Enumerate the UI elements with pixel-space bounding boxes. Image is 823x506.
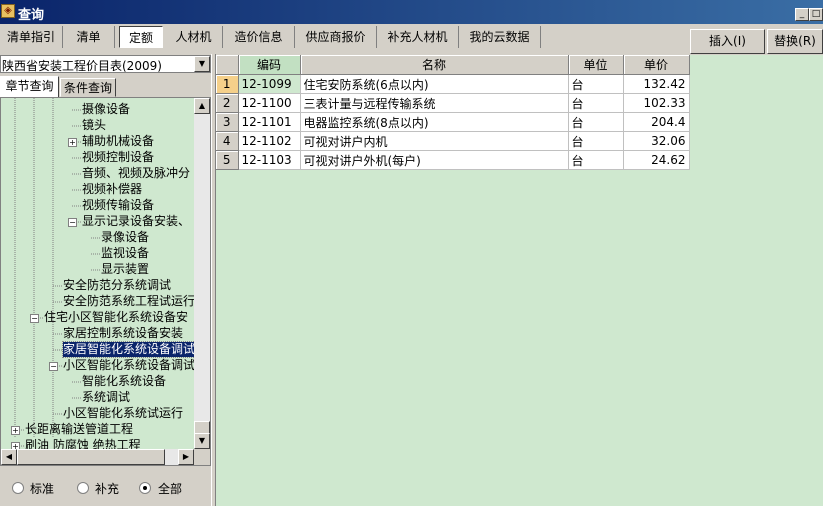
cell-code[interactable]: 12-1100 — [238, 93, 301, 113]
tab-bill-guide[interactable]: 清单指引 — [0, 26, 63, 48]
tree-node[interactable]: 辅助机械设备 — [82, 134, 154, 149]
tab-supplementary-lmm[interactable]: 补充人材机 — [377, 26, 459, 48]
chevron-down-icon[interactable]: ▼ — [194, 56, 210, 72]
row-number[interactable]: 5 — [216, 150, 239, 170]
column-header-unit[interactable]: 单位 — [568, 55, 624, 75]
scroll-corner — [194, 449, 210, 465]
tree-node[interactable]: 系统调试 — [82, 390, 130, 405]
scroll-right-icon[interactable]: ▶ — [178, 449, 194, 465]
tree-node[interactable]: 安全防范分系统调试 — [63, 278, 171, 293]
tree-node[interactable]: 显示装置 — [101, 262, 149, 277]
tree-node[interactable]: 音频、视频及脉冲分 — [82, 166, 190, 181]
table-row[interactable]: 4 12-1102 可视对讲户内机 台 32.06 — [216, 131, 690, 151]
cell-name[interactable]: 可视对讲户外机(每户) — [300, 150, 569, 170]
filter-all-label: 全部 — [158, 482, 183, 496]
chapter-tree[interactable]: 摄像设备 镜头 + 辅助机械设备 视频控制设备 音频、视频及脉冲分 视频补偿器 视频传输设备 −… — [0, 97, 211, 466]
maximize-button[interactable]: □ — [809, 8, 823, 21]
tree-node[interactable]: 小区智能化系统试运行 — [63, 406, 183, 421]
scroll-down-icon[interactable]: ▼ — [194, 433, 210, 449]
row-number[interactable]: 1 — [216, 74, 239, 94]
row-number-header — [216, 55, 239, 75]
scroll-left-icon[interactable]: ◀ — [1, 449, 17, 465]
tree-node[interactable]: 住宅小区智能化系统设备安 — [44, 310, 188, 325]
tree-node[interactable]: 视频控制设备 — [82, 150, 154, 165]
quota-table: 编码 名称 单位 单价 1 12-1099 住宅安防系统(6点以内) 台 132… — [216, 55, 690, 170]
row-number[interactable]: 4 — [216, 131, 239, 151]
catalog-select-value: 陕西省安装工程价目表(2009) — [2, 59, 162, 73]
tab-bill[interactable]: 清单 — [63, 26, 115, 48]
tree-node[interactable]: 视频补偿器 — [82, 182, 142, 197]
cell-name[interactable]: 三表计量与远程传输系统 — [300, 93, 569, 113]
catalog-select[interactable]: 陕西省安装工程价目表(2009) ▼ — [0, 55, 211, 73]
cell-code[interactable]: 12-1103 — [238, 150, 301, 170]
filter-supplementary-radio[interactable] — [77, 482, 89, 494]
tree-node[interactable]: 摄像设备 — [82, 102, 130, 117]
tree-node[interactable]: 家居智能化系统设备调试 — [61, 341, 197, 358]
row-number[interactable]: 3 — [216, 112, 239, 132]
cell-code[interactable]: 12-1099 — [238, 74, 301, 94]
chapter-tree-panel: 陕西省安装工程价目表(2009) ▼ 章节查询 条件查询 摄像设备 镜头 + 辅助机械… — [0, 54, 214, 506]
row-number[interactable]: 2 — [216, 93, 239, 113]
expand-icon[interactable]: + — [68, 138, 77, 147]
minimize-button[interactable]: _ — [795, 8, 809, 21]
expand-icon[interactable]: + — [11, 426, 20, 435]
column-header-code[interactable]: 编码 — [238, 55, 301, 75]
cell-code[interactable]: 12-1101 — [238, 112, 301, 132]
horizontal-scroll-thumb[interactable] — [17, 449, 165, 465]
insert-button[interactable]: 插入(I) — [690, 29, 765, 54]
filter-radio-group: 标准 补充 全部 — [0, 478, 211, 498]
tree-node[interactable]: 小区智能化系统设备调试 — [63, 358, 195, 373]
column-header-price[interactable]: 单价 — [623, 55, 690, 75]
collapse-icon[interactable]: − — [49, 362, 58, 371]
table-row[interactable]: 2 12-1100 三表计量与远程传输系统 台 102.33 — [216, 93, 690, 113]
cell-name[interactable]: 可视对讲户内机 — [300, 131, 569, 151]
scroll-up-icon[interactable]: ▲ — [194, 98, 210, 114]
tree-node[interactable]: 智能化系统设备 — [82, 374, 166, 389]
filter-standard-label: 标准 — [30, 482, 55, 496]
quota-grid-area: 编码 名称 单位 单价 1 12-1099 住宅安防系统(6点以内) 台 132… — [216, 55, 823, 506]
tab-chapter-query[interactable]: 章节查询 — [0, 76, 59, 98]
cell-unit[interactable]: 台 — [568, 93, 624, 113]
window-title-bar: ◈ 查询 _ □ — [0, 0, 823, 24]
table-row[interactable]: 5 12-1103 可视对讲户外机(每户) 台 24.62 — [216, 150, 690, 170]
cell-unit[interactable]: 台 — [568, 150, 624, 170]
replace-button[interactable]: 替换(R) — [767, 29, 823, 54]
collapse-icon[interactable]: − — [68, 218, 77, 227]
column-header-name[interactable]: 名称 — [300, 55, 569, 75]
window-title: 查询 — [18, 8, 45, 23]
cell-price[interactable]: 204.4 — [623, 112, 690, 132]
tree-node[interactable]: 显示记录设备安装、 — [82, 214, 190, 229]
tree-node[interactable]: 家居控制系统设备安装 — [63, 326, 183, 341]
filter-all-radio[interactable] — [139, 482, 151, 494]
tab-supplier-quote[interactable]: 供应商报价 — [295, 26, 377, 48]
tree-node[interactable]: 监视设备 — [101, 246, 149, 261]
tree-node[interactable]: 长距离输送管道工程 — [25, 422, 133, 437]
tree-node[interactable]: 安全防范系统工程试运行 — [63, 294, 195, 309]
cell-unit[interactable]: 台 — [568, 74, 624, 94]
tab-labor-material-machine[interactable]: 人材机 — [165, 26, 223, 48]
tab-cost-info[interactable]: 造价信息 — [223, 26, 295, 48]
table-row[interactable]: 3 12-1101 电器监控系统(8点以内) 台 204.4 — [216, 112, 690, 132]
collapse-icon[interactable]: − — [30, 314, 39, 323]
cell-name[interactable]: 电器监控系统(8点以内) — [300, 112, 569, 132]
cell-code[interactable]: 12-1102 — [238, 131, 301, 151]
cell-unit[interactable]: 台 — [568, 131, 624, 151]
table-row[interactable]: 1 12-1099 住宅安防系统(6点以内) 台 132.42 — [216, 74, 690, 94]
cell-unit[interactable]: 台 — [568, 112, 624, 132]
filter-standard-radio[interactable] — [12, 482, 24, 494]
tree-node[interactable]: 录像设备 — [101, 230, 149, 245]
cell-price[interactable]: 102.33 — [623, 93, 690, 113]
cell-name[interactable]: 住宅安防系统(6点以内) — [300, 74, 569, 94]
filter-supplementary-label: 补充 — [95, 482, 120, 496]
cell-price[interactable]: 132.42 — [623, 74, 690, 94]
app-icon: ◈ — [1, 4, 15, 18]
tab-my-cloud-data[interactable]: 我的云数据 — [459, 26, 541, 48]
cell-price[interactable]: 24.62 — [623, 150, 690, 170]
cell-price[interactable]: 32.06 — [623, 131, 690, 151]
tree-node[interactable]: 视频传输设备 — [82, 198, 154, 213]
vertical-scrollbar[interactable] — [194, 114, 210, 449]
tab-quota[interactable]: 定额 — [119, 26, 163, 48]
tab-condition-query[interactable]: 条件查询 — [60, 78, 116, 97]
tree-node[interactable]: 镜头 — [82, 118, 106, 133]
